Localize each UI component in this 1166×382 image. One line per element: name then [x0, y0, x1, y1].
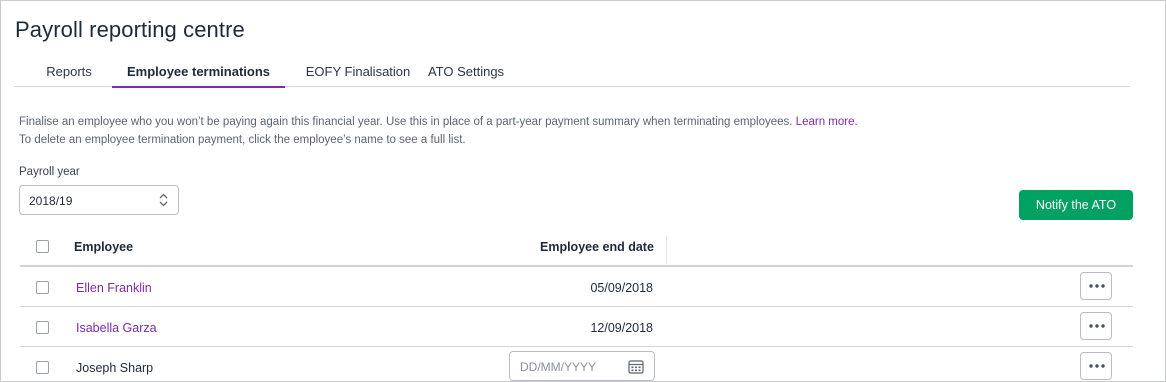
- tab-eofy-finalisation[interactable]: EOFY Finalisation: [295, 56, 421, 87]
- description-text: Finalise an employee who you won’t be pa…: [19, 116, 793, 128]
- employee-end-date: 12/09/2018: [590, 321, 653, 335]
- tab-employee-terminations[interactable]: Employee terminations: [112, 56, 285, 88]
- payroll-year-select[interactable]: 2018/19: [19, 185, 179, 215]
- employee-name-link[interactable]: Isabella Garza: [76, 321, 157, 335]
- payroll-year-value: 2018/19: [29, 194, 73, 208]
- tab-bar: Reports Employee terminations EOFY Final…: [14, 56, 1130, 88]
- row-divider: [20, 346, 1133, 347]
- employee-name-link[interactable]: Ellen Franklin: [76, 281, 152, 295]
- row-more-button[interactable]: [1080, 352, 1112, 380]
- row-checkbox[interactable]: [36, 281, 49, 294]
- employee-end-date: 05/09/2018: [590, 281, 653, 295]
- end-date-placeholder: DD/MM/YYYY: [520, 360, 597, 374]
- payroll-year-label: Payroll year: [19, 166, 80, 178]
- end-date-input[interactable]: DD/MM/YYYY: [509, 351, 655, 381]
- column-header-end-date: Employee end date: [540, 240, 654, 254]
- row-more-button[interactable]: [1080, 272, 1112, 300]
- learn-more-link[interactable]: Learn more.: [796, 116, 858, 128]
- ellipsis-icon: [1089, 364, 1105, 368]
- ellipsis-icon: [1089, 324, 1105, 328]
- tab-reports[interactable]: Reports: [32, 56, 106, 87]
- row-divider: [20, 306, 1133, 307]
- row-checkbox[interactable]: [36, 361, 49, 374]
- chevron-up-down-icon: [159, 193, 168, 207]
- calendar-icon[interactable]: [628, 359, 644, 374]
- tab-ato-settings[interactable]: ATO Settings: [426, 56, 506, 87]
- description-line-1: Finalise an employee who you won’t be pa…: [19, 116, 858, 128]
- row-more-button[interactable]: [1080, 312, 1112, 340]
- notify-ato-button[interactable]: Notify the ATO: [1019, 190, 1133, 220]
- employee-name: Joseph Sharp: [76, 361, 154, 375]
- page-title: Payroll reporting centre: [15, 17, 245, 42]
- header-divider: [20, 265, 1133, 267]
- select-all-checkbox[interactable]: [36, 240, 49, 253]
- column-divider: [666, 236, 667, 264]
- ellipsis-icon: [1089, 284, 1105, 288]
- column-header-employee: Employee: [74, 240, 134, 254]
- description-line-2: To delete an employee termination paymen…: [19, 134, 466, 146]
- row-checkbox[interactable]: [36, 321, 49, 334]
